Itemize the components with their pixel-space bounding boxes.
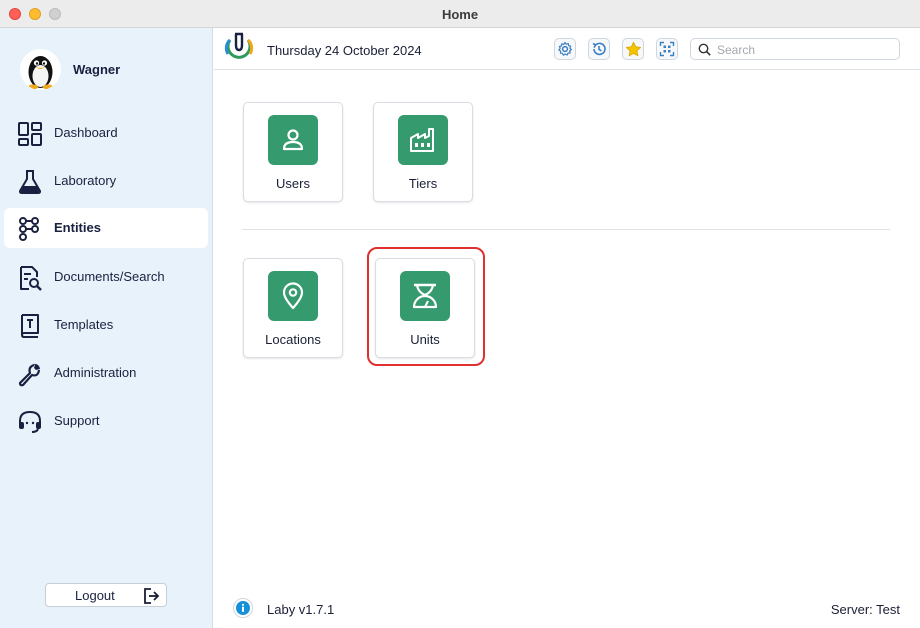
sidebar-item-entities[interactable]: Entities bbox=[4, 208, 208, 248]
tile-label: Users bbox=[276, 176, 310, 191]
history-button[interactable] bbox=[588, 38, 610, 60]
tile-label: Tiers bbox=[408, 176, 438, 191]
tile-locations[interactable]: Locations bbox=[243, 258, 343, 358]
user-icon bbox=[282, 129, 304, 151]
settings-button[interactable] bbox=[554, 38, 576, 60]
app-window: Home Wagner Dashboard Laboratory Entitie… bbox=[0, 0, 920, 628]
sidebar-item-label: Templates bbox=[54, 317, 114, 332]
factory-icon bbox=[410, 128, 434, 152]
tile-label: Locations bbox=[265, 332, 321, 347]
tile-icon-box bbox=[268, 271, 318, 321]
info-icon bbox=[236, 601, 250, 615]
search-icon bbox=[698, 43, 711, 56]
sidebar-item-administration[interactable]: Administration bbox=[4, 353, 208, 393]
tile-icon-box bbox=[268, 115, 318, 165]
logout-label: Logout bbox=[75, 588, 115, 603]
tile-users[interactable]: Users bbox=[243, 102, 343, 202]
penguin-avatar-icon bbox=[20, 48, 61, 90]
flask-icon bbox=[18, 170, 42, 194]
sidebar-item-label: Documents/Search bbox=[54, 269, 165, 284]
search-input[interactable] bbox=[717, 41, 895, 58]
user-profile[interactable]: Wagner bbox=[20, 48, 120, 90]
sidebar-item-dashboard[interactable]: Dashboard bbox=[4, 113, 208, 153]
favorites-button[interactable] bbox=[622, 38, 644, 60]
headset-icon bbox=[19, 410, 41, 433]
sidebar-item-templates[interactable]: Templates bbox=[4, 305, 208, 345]
scan-button[interactable] bbox=[656, 38, 678, 60]
info-button[interactable] bbox=[233, 598, 253, 618]
wrench-icon bbox=[18, 363, 41, 387]
template-book-icon bbox=[21, 314, 39, 338]
document-search-icon bbox=[20, 266, 42, 291]
section-divider bbox=[242, 229, 890, 230]
sidebar-item-label: Laboratory bbox=[54, 173, 117, 188]
sidebar: Wagner Dashboard Laboratory Entities Doc… bbox=[0, 28, 213, 628]
logout-icon bbox=[144, 588, 160, 604]
current-date: Thursday 24 October 2024 bbox=[267, 43, 422, 58]
username: Wagner bbox=[73, 61, 121, 77]
server-name: Server: Test bbox=[830, 602, 900, 617]
sidebar-item-documents-search[interactable]: Documents/Search bbox=[4, 257, 208, 297]
sidebar-item-support[interactable]: Support bbox=[4, 401, 208, 441]
app-logo-icon bbox=[224, 32, 254, 59]
header-bar: Thursday 24 October 2024 bbox=[214, 28, 920, 70]
app-version: Laby v1.7.1 bbox=[267, 602, 335, 617]
entities-icon bbox=[19, 217, 39, 241]
sidebar-item-label: Dashboard bbox=[54, 125, 118, 140]
tile-tiers[interactable]: Tiers bbox=[373, 102, 473, 202]
tile-icon-box bbox=[398, 115, 448, 165]
dashboard-icon bbox=[18, 122, 42, 146]
search-box bbox=[690, 38, 900, 60]
settings-icon bbox=[558, 41, 572, 56]
sidebar-item-label: Entities bbox=[54, 220, 101, 235]
scan-icon bbox=[659, 41, 675, 57]
title-bar: Home bbox=[0, 0, 920, 28]
history-icon bbox=[592, 42, 606, 56]
avatar bbox=[20, 48, 61, 90]
sidebar-item-label: Administration bbox=[54, 365, 137, 380]
sidebar-item-label: Support bbox=[54, 413, 100, 428]
selection-highlight bbox=[367, 247, 485, 366]
window-title: Home bbox=[441, 7, 479, 22]
sidebar-item-laboratory[interactable]: Laboratory bbox=[4, 161, 208, 201]
favorites-star-icon bbox=[625, 41, 641, 56]
logout-button[interactable]: Logout bbox=[45, 583, 167, 607]
location-pin-icon bbox=[282, 282, 304, 310]
